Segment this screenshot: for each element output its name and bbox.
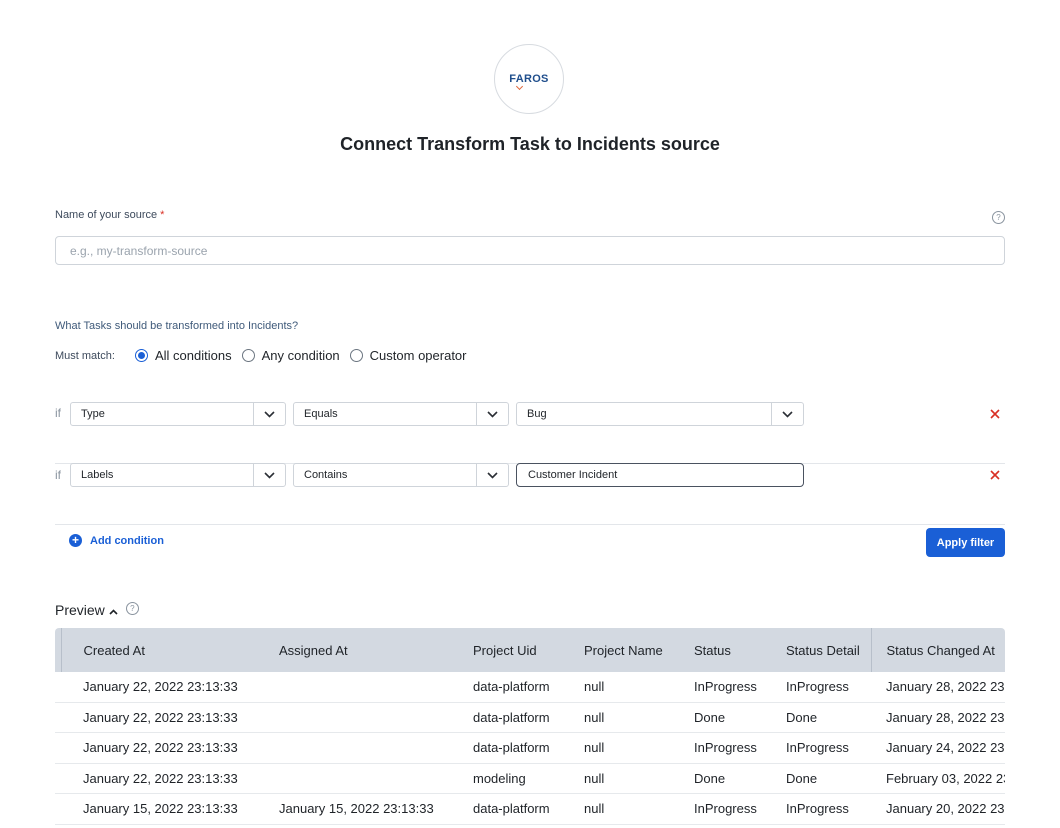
chevron-down-icon — [476, 464, 508, 486]
source-name-input[interactable] — [55, 236, 1005, 265]
table-cell — [257, 672, 451, 703]
source-name-label: Name of your source * — [55, 209, 164, 221]
table-cell: January 28, 2022 23:13:33 — [871, 672, 1005, 703]
table-cell — [257, 732, 451, 764]
column-header[interactable]: Status Changed At — [870, 628, 1005, 672]
radio-any-condition[interactable]: Any condition — [241, 348, 340, 363]
value-select-value: Bug — [527, 408, 547, 420]
chevron-down-icon — [771, 403, 803, 425]
match-mode-radio-group: All conditions Any condition Custom oper… — [135, 348, 477, 363]
filter-question: What Tasks should be transformed into In… — [55, 320, 299, 332]
table-cell: null — [562, 793, 672, 825]
table-cell: January 22, 2022 23:13:33 — [61, 702, 257, 733]
chevron-up-icon[interactable] — [109, 602, 118, 618]
table-row: January 22, 2022 23:13:33 data-platform … — [55, 702, 1005, 733]
table-cell: February 03, 2022 23:13:33 — [871, 763, 1005, 794]
if-label: if — [55, 406, 61, 420]
table-cell: data-platform — [451, 672, 562, 703]
chevron-down-icon — [253, 464, 285, 486]
chevron-down-icon — [476, 403, 508, 425]
table-row: January 22, 2022 23:13:33 modeling null … — [55, 763, 1005, 794]
table-cell: January 22, 2022 23:13:33 — [61, 732, 257, 764]
table-cell: modeling — [451, 763, 562, 794]
value-select[interactable]: Bug — [516, 402, 804, 426]
table-cell: Done — [764, 702, 871, 733]
field-select[interactable]: Labels — [70, 463, 286, 487]
value-input[interactable] — [516, 463, 804, 487]
table-cell: InProgress — [672, 732, 764, 764]
chevron-down-icon — [253, 403, 285, 425]
table-cell: Done — [672, 702, 764, 733]
radio-all-conditions[interactable]: All conditions — [135, 348, 232, 363]
table-cell: data-platform — [451, 793, 562, 825]
preview-label: Preview — [55, 602, 105, 618]
column-header[interactable]: Status Detail — [764, 628, 871, 672]
operator-select[interactable]: Equals — [293, 402, 509, 426]
help-icon[interactable]: ? — [125, 601, 139, 615]
table-cell: InProgress — [672, 793, 764, 825]
apply-filter-button[interactable]: Apply filter — [926, 528, 1005, 557]
condition-row: if Labels Contains — [55, 463, 1005, 525]
table-cell: January 28, 2022 23:13:33 — [871, 702, 1005, 733]
operator-select[interactable]: Contains — [293, 463, 509, 487]
page-title: Connect Transform Task to Incidents sour… — [340, 134, 720, 154]
table-cell: null — [562, 732, 672, 764]
table-cell: null — [562, 763, 672, 794]
table-cell: Done — [672, 763, 764, 794]
radio-custom-operator[interactable]: Custom operator — [349, 348, 467, 363]
radio-selected-icon — [135, 349, 148, 362]
required-mark: * — [160, 209, 165, 221]
column-header[interactable]: Project Name — [562, 628, 672, 672]
table-cell — [257, 702, 451, 733]
table-header-row: Created At Assigned At Project Uid Proje… — [55, 628, 1005, 672]
radio-label: All conditions — [155, 348, 232, 363]
table-cell: InProgress — [764, 793, 871, 825]
if-label: if — [55, 468, 61, 482]
table-cell: January 22, 2022 23:13:33 — [61, 763, 257, 794]
table-cell: January 15, 2022 23:13:33 — [257, 793, 451, 825]
must-match-label: Must match: — [55, 350, 115, 362]
source-name-label-text: Name of your source — [55, 209, 158, 221]
field-select[interactable]: Type — [70, 402, 286, 426]
add-condition-label: Add condition — [90, 534, 164, 547]
table-cell — [257, 763, 451, 794]
table-cell: InProgress — [672, 672, 764, 703]
radio-unselected-icon — [241, 349, 255, 362]
logo-text: FAROS — [509, 73, 549, 85]
delete-condition-icon[interactable] — [990, 406, 1000, 424]
column-header[interactable]: Assigned At — [257, 628, 451, 672]
radio-label: Custom operator — [369, 348, 467, 363]
table-cell: January 22, 2022 23:13:33 — [61, 672, 257, 703]
help-icon[interactable]: ? — [992, 211, 1005, 224]
operator-select-value: Contains — [304, 469, 348, 481]
radio-label: Any condition — [261, 348, 340, 363]
table-cell: Done — [764, 763, 871, 794]
preview-table: Created At Assigned At Project Uid Proje… — [55, 628, 1005, 828]
column-header[interactable]: Status — [672, 628, 764, 672]
table-cell: data-platform — [451, 702, 562, 733]
field-select-value: Type — [81, 408, 105, 420]
table-cell: InProgress — [764, 732, 871, 764]
table-cell: January 15, 2022 23:13:33 — [61, 793, 257, 825]
plus-icon: + — [69, 534, 82, 547]
radio-unselected-icon — [349, 349, 363, 362]
table-row: January 22, 2022 23:13:33 data-platform … — [55, 672, 1005, 703]
table-row: January 15, 2022 23:13:33 January 15, 20… — [55, 793, 1005, 825]
delete-condition-icon[interactable] — [990, 467, 1000, 485]
preview-header: Preview ? — [55, 601, 139, 618]
table-cell: January 24, 2022 23:13:33 — [871, 732, 1005, 764]
table-cell: null — [562, 672, 672, 703]
column-header[interactable]: Created At — [61, 628, 257, 672]
table-cell: data-platform — [451, 732, 562, 764]
table-cell: InProgress — [764, 672, 871, 703]
table-cell: January 20, 2022 23:13:33 — [871, 793, 1005, 825]
operator-select-value: Equals — [304, 408, 338, 420]
faros-logo: FAROS — [494, 44, 564, 114]
add-condition-button[interactable]: + Add condition — [69, 534, 164, 547]
column-header[interactable]: Project Uid — [451, 628, 562, 672]
condition-row: if Type Equals Bug — [55, 402, 1005, 464]
table-cell: null — [562, 702, 672, 733]
field-select-value: Labels — [81, 469, 114, 481]
table-row: January 22, 2022 23:13:33 data-platform … — [55, 732, 1005, 764]
